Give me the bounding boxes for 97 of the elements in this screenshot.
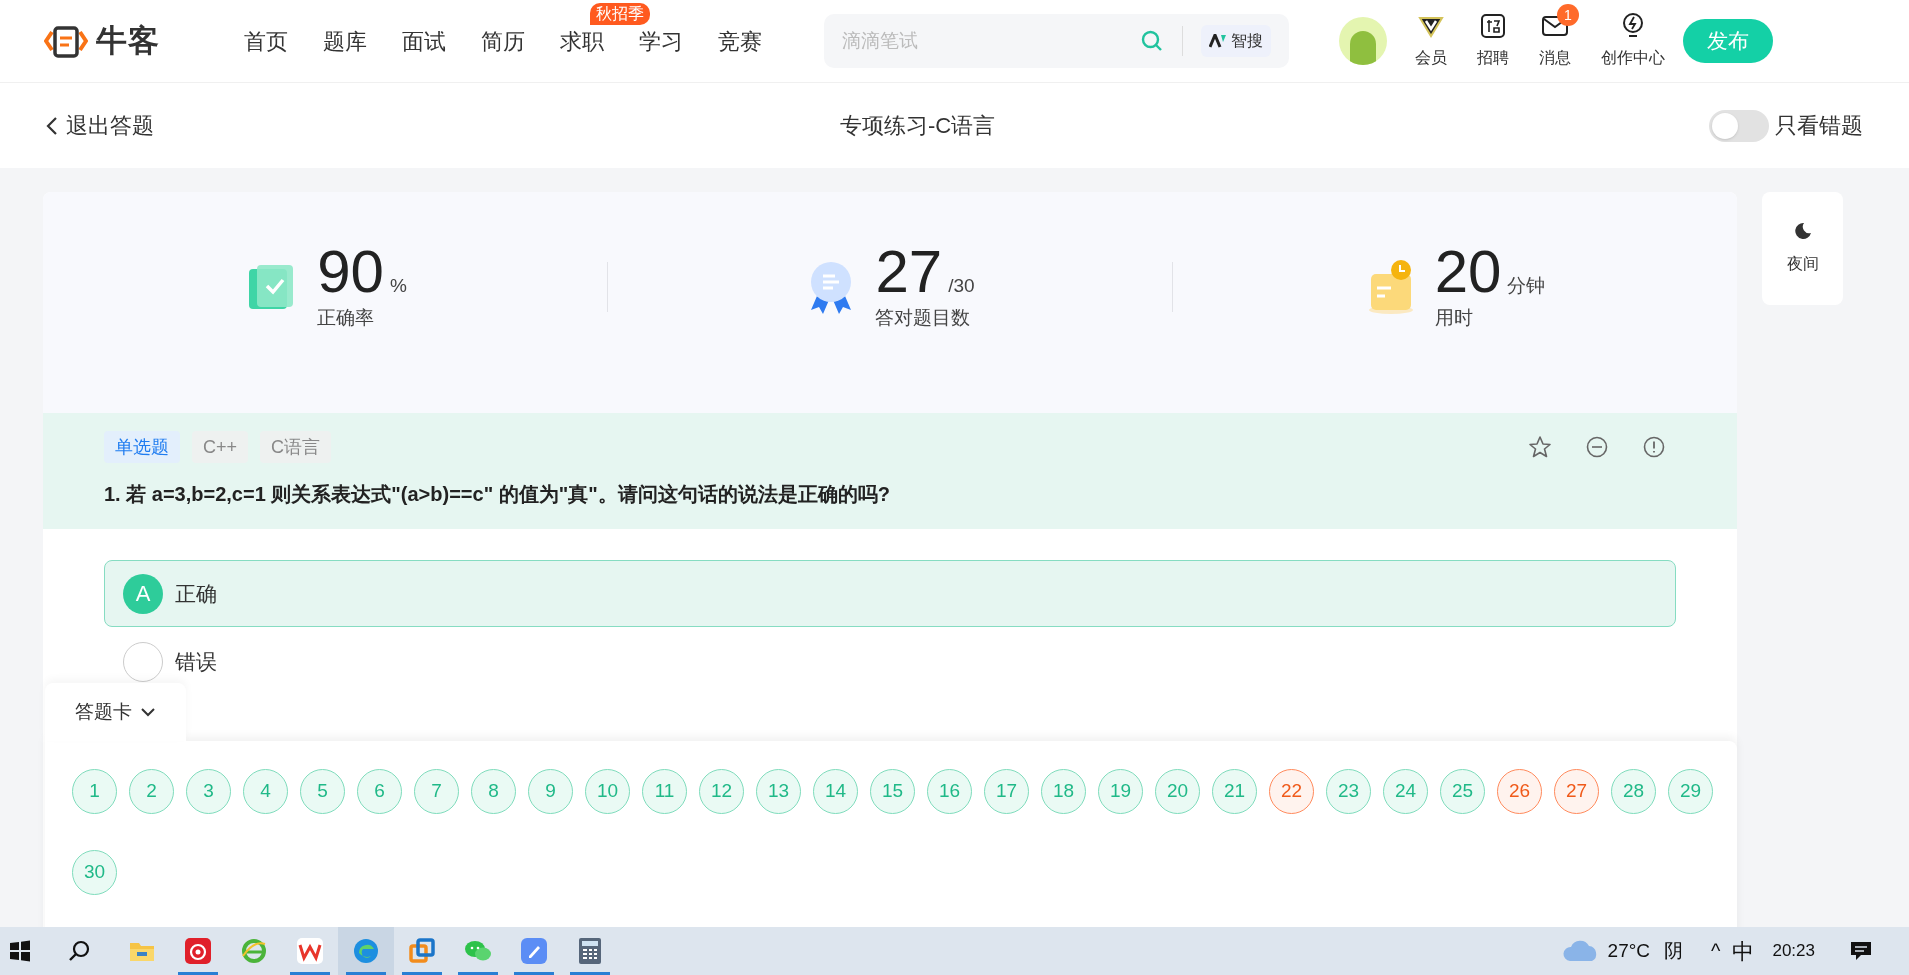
- search-field[interactable]: 滴滴笔试 智搜: [824, 14, 1289, 68]
- calculator-icon[interactable]: [579, 938, 601, 964]
- nav-link[interactable]: 首页: [244, 28, 288, 54]
- clock-text[interactable]: 20:23: [1772, 938, 1815, 964]
- question-number-button[interactable]: 21: [1212, 769, 1257, 814]
- night-mode-button[interactable]: 夜间: [1762, 192, 1843, 305]
- answer-option[interactable]: A 正确: [104, 560, 1676, 627]
- moon-icon: [1793, 221, 1812, 240]
- lightning-bulb-icon: [1621, 12, 1645, 40]
- question-number-button[interactable]: 9: [528, 769, 573, 814]
- option-letter: A: [123, 573, 163, 614]
- search-icon[interactable]: [68, 939, 92, 963]
- ai-search-button[interactable]: 智搜: [1201, 25, 1271, 57]
- question-number-button[interactable]: 18: [1041, 769, 1086, 814]
- question-number-button[interactable]: 11: [642, 769, 687, 814]
- question-tag: C语言: [260, 431, 332, 463]
- question-number-button[interactable]: 2: [129, 769, 174, 814]
- question-number-button[interactable]: 3: [186, 769, 231, 814]
- question-number-button[interactable]: 28: [1611, 769, 1656, 814]
- folder-icon[interactable]: [129, 940, 155, 962]
- count-badge: 1: [1557, 4, 1579, 26]
- ai-logo-icon: [1209, 34, 1227, 48]
- temperature-text[interactable]: 27°C: [1607, 936, 1651, 966]
- stat-unit: /30: [948, 274, 975, 299]
- question-number-button[interactable]: 1: [72, 769, 117, 814]
- question-number-button[interactable]: 29: [1668, 769, 1713, 814]
- question-number-button[interactable]: 17: [984, 769, 1029, 814]
- avatar[interactable]: [1339, 17, 1387, 65]
- browser-e-icon[interactable]: [241, 938, 267, 964]
- stat-unit: %: [389, 274, 407, 299]
- question-number-button[interactable]: 6: [357, 769, 402, 814]
- v-badge-icon: [1418, 14, 1444, 38]
- question-number-button[interactable]: 13: [756, 769, 801, 814]
- music-app-icon[interactable]: [185, 938, 211, 964]
- windows-start-icon[interactable]: [8, 939, 32, 963]
- toggle-switch[interactable]: [1709, 109, 1769, 142]
- question-number-button[interactable]: 27: [1554, 769, 1599, 814]
- question-number-button[interactable]: 22: [1269, 769, 1314, 814]
- stat-label: 正确率: [317, 306, 376, 331]
- question-number-button[interactable]: 24: [1383, 769, 1428, 814]
- note-app-icon[interactable]: [521, 938, 547, 964]
- nav-badge: 秋招季: [590, 2, 650, 25]
- question-number-button[interactable]: 15: [870, 769, 915, 814]
- answer-card-tab[interactable]: 答题卡: [45, 683, 186, 741]
- edge-browser-icon[interactable]: [353, 938, 379, 964]
- nav-link[interactable]: 简历: [481, 28, 525, 54]
- recruit-icon: [1480, 13, 1506, 39]
- question-number-button[interactable]: 20: [1155, 769, 1200, 814]
- question-number-button[interactable]: 26: [1497, 769, 1542, 814]
- question-text: 1. 若 a=3,b=2,c=1 则关系表达式"(a>b)==c" 的值为"真"。请问这句话的说法是正确的吗?: [104, 482, 891, 507]
- wps-app-icon[interactable]: [297, 938, 323, 964]
- minus-circle-icon[interactable]: [1585, 435, 1609, 459]
- stat-value: 20: [1434, 240, 1502, 305]
- nav-link[interactable]: 学习: [639, 28, 683, 54]
- nav-link[interactable]: 面试: [402, 28, 446, 54]
- overlapping-squares-icon[interactable]: [409, 938, 435, 964]
- nav-link[interactable]: 竞赛: [718, 28, 762, 54]
- exit-quiz-link[interactable]: 退出答题: [46, 109, 154, 142]
- publish-button[interactable]: 发布: [1683, 19, 1773, 63]
- question-number-button[interactable]: 23: [1326, 769, 1371, 814]
- star-icon[interactable]: [1528, 435, 1552, 459]
- chevron-down-icon: [140, 707, 156, 717]
- header-action-button[interactable]: 会员: [1415, 12, 1447, 70]
- question-number-button[interactable]: 14: [813, 769, 858, 814]
- option-text: 正确: [175, 580, 217, 607]
- question-number-button[interactable]: 19: [1098, 769, 1143, 814]
- stat-unit: 分钟: [1507, 274, 1546, 299]
- back-chevron-icon: [46, 115, 58, 136]
- question-number-button[interactable]: 4: [243, 769, 288, 814]
- stat-label: 用时: [1434, 306, 1474, 331]
- logo-text[interactable]: 牛客: [96, 17, 160, 65]
- stat-label: 答对题目数: [875, 306, 972, 331]
- tray-caret-text[interactable]: ^: [1711, 936, 1721, 966]
- option-text: 错误: [175, 649, 217, 676]
- notification-icon[interactable]: [1849, 940, 1873, 962]
- toggle-label: 只看错题: [1775, 112, 1863, 140]
- question-tag: 单选题: [104, 431, 180, 463]
- question-number-button[interactable]: 5: [300, 769, 345, 814]
- stat-value: 90: [317, 240, 384, 305]
- report-icon[interactable]: [1642, 435, 1666, 459]
- input-method-text[interactable]: 中: [1732, 934, 1755, 968]
- taskbar-app-button[interactable]: [338, 927, 394, 975]
- weather-text[interactable]: 阴: [1664, 936, 1684, 966]
- stat-value: 27: [875, 240, 943, 305]
- question-number-button[interactable]: 8: [471, 769, 516, 814]
- question-number-button[interactable]: 10: [585, 769, 630, 814]
- question-tag: C++: [192, 431, 249, 463]
- question-number-button[interactable]: 30: [72, 850, 117, 895]
- header-action-button[interactable]: 招聘: [1477, 12, 1509, 70]
- page-title: 专项练习-C语言: [840, 112, 996, 140]
- nav-link[interactable]: 题库: [323, 28, 367, 54]
- question-number-button[interactable]: 12: [699, 769, 744, 814]
- nav-link[interactable]: 求职: [560, 28, 604, 54]
- question-number-button[interactable]: 25: [1440, 769, 1485, 814]
- question-number-button[interactable]: 16: [927, 769, 972, 814]
- header-action-button[interactable]: 创作中心: [1601, 12, 1665, 70]
- question-number-button[interactable]: 7: [414, 769, 459, 814]
